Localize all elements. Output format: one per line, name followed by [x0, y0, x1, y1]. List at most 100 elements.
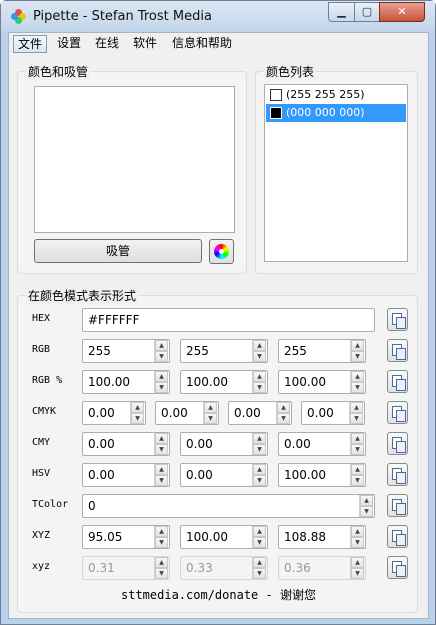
spin-down-icon[interactable]: ▼: [277, 413, 290, 424]
cmyk-spinner-4[interactable]: ▲ ▼: [349, 402, 363, 424]
format-label-tcolor: TColor: [32, 499, 69, 510]
minimize-button[interactable]: ▁: [328, 2, 355, 22]
spin-down-icon[interactable]: ▼: [253, 537, 266, 548]
spin-up-icon[interactable]: ▲: [277, 402, 290, 413]
color-list-item[interactable]: (255 255 255): [266, 86, 406, 104]
copy-xyz-button[interactable]: [387, 525, 408, 548]
spin-down-icon[interactable]: ▼: [351, 351, 364, 362]
menu-online[interactable]: 在线: [91, 35, 123, 53]
spin-down-icon[interactable]: ▼: [155, 537, 168, 548]
cmy-value: 0.00: [284, 437, 311, 451]
spin-up-icon[interactable]: ▲: [253, 526, 266, 537]
menu-bar: 文件 设置 在线 软件 信息和帮助: [9, 33, 428, 55]
spin-down-icon[interactable]: ▼: [253, 351, 266, 362]
maximize-button[interactable]: ▢: [354, 2, 380, 22]
spin-up-icon[interactable]: ▲: [204, 402, 217, 413]
tcolor-field-1[interactable]: 0: [82, 494, 375, 518]
rgb-spinner-2[interactable]: ▲ ▼: [252, 340, 266, 362]
spin-up-icon[interactable]: ▲: [360, 495, 373, 506]
spin-up-icon[interactable]: ▲: [155, 464, 168, 475]
copy-rgb-button[interactable]: [387, 339, 408, 362]
spin-up-icon[interactable]: ▲: [351, 433, 364, 444]
cmyk-spinner-1[interactable]: ▲ ▼: [130, 402, 144, 424]
color-list-item-selected[interactable]: (000 000 000): [266, 104, 406, 122]
copy-tcolor-button[interactable]: [387, 494, 408, 517]
spin-up-icon[interactable]: ▲: [155, 557, 168, 568]
spin-down-icon[interactable]: ▼: [350, 413, 363, 424]
pick-color-button[interactable]: 吸管: [34, 239, 202, 263]
spin-up-icon[interactable]: ▲: [253, 557, 266, 568]
spin-up-icon[interactable]: ▲: [253, 464, 266, 475]
spin-down-icon[interactable]: ▼: [204, 413, 217, 424]
spin-down-icon[interactable]: ▼: [253, 382, 266, 393]
spin-down-icon[interactable]: ▼: [351, 444, 364, 455]
spin-down-icon[interactable]: ▼: [131, 413, 144, 424]
spin-down-icon[interactable]: ▼: [253, 568, 266, 579]
copy-cmy-button[interactable]: [387, 432, 408, 455]
copy-icon: [392, 468, 406, 484]
spin-down-icon[interactable]: ▼: [155, 444, 168, 455]
spin-down-icon[interactable]: ▼: [351, 382, 364, 393]
menu-software[interactable]: 软件: [129, 35, 161, 53]
rgb-value: 100.00: [88, 375, 130, 389]
spin-down-icon[interactable]: ▼: [155, 568, 168, 579]
spin-up-icon[interactable]: ▲: [351, 557, 364, 568]
spin-down-icon[interactable]: ▼: [155, 475, 168, 486]
spin-down-icon[interactable]: ▼: [351, 568, 364, 579]
hsv-spinner-3[interactable]: ▲ ▼: [350, 464, 364, 486]
cmyk-spinner-2[interactable]: ▲ ▼: [203, 402, 217, 424]
xyz-spinner-1[interactable]: ▲ ▼: [154, 526, 168, 548]
hex-field-1[interactable]: #FFFFFF: [82, 308, 375, 332]
spin-down-icon[interactable]: ▼: [155, 351, 168, 362]
cmy-spinner-2[interactable]: ▲ ▼: [252, 433, 266, 455]
rgb-spinner-1[interactable]: ▲ ▼: [154, 371, 168, 393]
spin-up-icon[interactable]: ▲: [253, 340, 266, 351]
spin-up-icon[interactable]: ▲: [351, 371, 364, 382]
tcolor-spinner-1[interactable]: ▲ ▼: [359, 495, 373, 517]
cmyk-value: 0.00: [161, 406, 188, 420]
donate-link[interactable]: sttmedia.com/donate: [121, 588, 258, 602]
spin-down-icon[interactable]: ▼: [360, 506, 373, 517]
copy-rgb-button[interactable]: [387, 370, 408, 393]
color-wheel-button[interactable]: [209, 239, 234, 264]
rgb-spinner-1[interactable]: ▲ ▼: [154, 340, 168, 362]
spin-down-icon[interactable]: ▼: [253, 475, 266, 486]
copy-hsv-button[interactable]: [387, 463, 408, 486]
spin-down-icon[interactable]: ▼: [155, 382, 168, 393]
spin-up-icon[interactable]: ▲: [351, 526, 364, 537]
cmy-value: 0.00: [88, 437, 115, 451]
title-bar: Pipette - Stefan Trost Media ▁ ▢ ✕: [1, 1, 435, 31]
spin-down-icon[interactable]: ▼: [351, 475, 364, 486]
menu-settings[interactable]: 设置: [53, 35, 85, 53]
copy-hex-button[interactable]: [387, 308, 408, 331]
cmy-spinner-3[interactable]: ▲ ▼: [350, 433, 364, 455]
copy-cmyk-button[interactable]: [387, 401, 408, 424]
spin-up-icon[interactable]: ▲: [253, 371, 266, 382]
rgb-spinner-3[interactable]: ▲ ▼: [350, 340, 364, 362]
rgb-spinner-3[interactable]: ▲ ▼: [350, 371, 364, 393]
spin-down-icon[interactable]: ▼: [351, 537, 364, 548]
menu-help[interactable]: 信息和帮助: [168, 35, 236, 53]
spin-up-icon[interactable]: ▲: [155, 340, 168, 351]
rgb-spinner-2[interactable]: ▲ ▼: [252, 371, 266, 393]
menu-file[interactable]: 文件: [13, 35, 48, 53]
xyz-spinner-2[interactable]: ▲ ▼: [252, 526, 266, 548]
spin-up-icon[interactable]: ▲: [155, 371, 168, 382]
spin-up-icon[interactable]: ▲: [351, 464, 364, 475]
xyz-spinner-3[interactable]: ▲ ▼: [350, 526, 364, 548]
cmy-spinner-1[interactable]: ▲ ▼: [154, 433, 168, 455]
copy-xyz-button[interactable]: [387, 556, 408, 579]
spin-up-icon[interactable]: ▲: [253, 433, 266, 444]
spin-up-icon[interactable]: ▲: [350, 402, 363, 413]
hsv-value: 100.00: [284, 468, 326, 482]
spin-up-icon[interactable]: ▲: [155, 526, 168, 537]
color-list[interactable]: (255 255 255) (000 000 000): [264, 84, 408, 262]
spin-up-icon[interactable]: ▲: [155, 433, 168, 444]
close-button[interactable]: ✕: [379, 2, 425, 22]
spin-up-icon[interactable]: ▲: [351, 340, 364, 351]
hsv-spinner-2[interactable]: ▲ ▼: [252, 464, 266, 486]
hsv-spinner-1[interactable]: ▲ ▼: [154, 464, 168, 486]
spin-up-icon[interactable]: ▲: [131, 402, 144, 413]
cmyk-spinner-3[interactable]: ▲ ▼: [276, 402, 290, 424]
spin-down-icon[interactable]: ▼: [253, 444, 266, 455]
